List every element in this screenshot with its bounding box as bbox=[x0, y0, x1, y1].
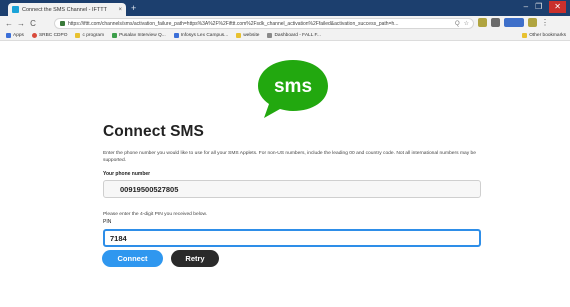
bookmarks-bar: Apps SRBC CDPO c program Pusalav Intervi… bbox=[0, 31, 570, 41]
sms-logo-icon: sms bbox=[258, 60, 328, 118]
retry-button[interactable]: Retry bbox=[171, 250, 219, 267]
bookmark-favicon-icon bbox=[112, 33, 118, 38]
phone-number-input[interactable] bbox=[103, 180, 481, 198]
chrome-menu-icon[interactable]: ⋮ bbox=[541, 18, 549, 27]
sms-logo-text: sms bbox=[274, 76, 312, 97]
page-title: Connect SMS bbox=[103, 123, 204, 140]
new-tab-button[interactable]: + bbox=[131, 2, 136, 14]
apps-grid-icon bbox=[6, 33, 11, 38]
extension-icon[interactable] bbox=[478, 18, 487, 27]
pin-input[interactable] bbox=[103, 229, 481, 247]
profile-avatar[interactable] bbox=[504, 18, 524, 27]
back-button[interactable]: ← bbox=[3, 19, 15, 28]
extension-icon[interactable] bbox=[491, 18, 500, 27]
maximize-button[interactable]: ❐ bbox=[535, 1, 542, 13]
url-text[interactable]: https://ifttt.com/channels/sms/activatio… bbox=[68, 21, 455, 27]
address-bar[interactable]: https://ifttt.com/channels/sms/activatio… bbox=[54, 18, 474, 29]
bookmark-srbc-cdpo[interactable]: SRBC CDPO bbox=[31, 33, 67, 38]
bookmark-website[interactable]: website bbox=[236, 33, 259, 38]
window-controls: – ❐ ✕ bbox=[524, 1, 566, 13]
other-bookmarks[interactable]: Other bookmarks bbox=[522, 33, 566, 38]
folder-icon bbox=[522, 33, 528, 38]
bookmark-c-program[interactable]: c program bbox=[75, 33, 104, 38]
extension-icon[interactable] bbox=[528, 18, 537, 27]
bookmark-favicon-icon bbox=[173, 33, 179, 38]
minimize-button[interactable]: – bbox=[524, 1, 528, 13]
search-icon[interactable]: Q bbox=[455, 21, 460, 27]
bookmark-dashboard[interactable]: Dashboard - FALL F... bbox=[267, 33, 321, 38]
browser-titlebar: Connect the SMS Channel - IFTTT × + – ❐ … bbox=[0, 0, 570, 16]
forward-button[interactable]: → bbox=[15, 19, 27, 28]
browser-tab[interactable]: Connect the SMS Channel - IFTTT × bbox=[8, 3, 126, 16]
intro-text: Enter the phone number you would like to… bbox=[103, 151, 476, 163]
phone-number-label: Your phone number bbox=[103, 171, 151, 177]
pin-label: PIN bbox=[103, 219, 112, 225]
bookmark-star-icon[interactable]: ☆ bbox=[464, 20, 469, 27]
extensions-area: ⋮ bbox=[478, 18, 549, 27]
close-window-button[interactable]: ✕ bbox=[549, 1, 566, 13]
reload-button[interactable]: C bbox=[27, 19, 39, 28]
bookmark-favicon-icon bbox=[267, 33, 273, 38]
folder-icon bbox=[236, 33, 242, 38]
secure-lock-icon bbox=[60, 21, 65, 26]
tab-title: Connect the SMS Channel - IFTTT bbox=[22, 6, 107, 13]
browser-toolbar: ← → C https://ifttt.com/channels/sms/act… bbox=[0, 16, 570, 31]
bookmark-interview[interactable]: Pusalav Interview Q... bbox=[112, 33, 166, 38]
pin-help-text: Please enter the 4-digit PIN you receive… bbox=[103, 212, 208, 217]
bookmark-infosys[interactable]: Infosys Lex Campus... bbox=[173, 33, 228, 38]
folder-icon bbox=[75, 33, 81, 38]
bookmark-favicon-icon bbox=[31, 33, 37, 38]
tab-close-icon[interactable]: × bbox=[118, 7, 122, 13]
connect-button[interactable]: Connect bbox=[102, 250, 163, 267]
ifttt-favicon-icon bbox=[12, 6, 19, 13]
bookmark-apps[interactable]: Apps bbox=[6, 33, 24, 38]
